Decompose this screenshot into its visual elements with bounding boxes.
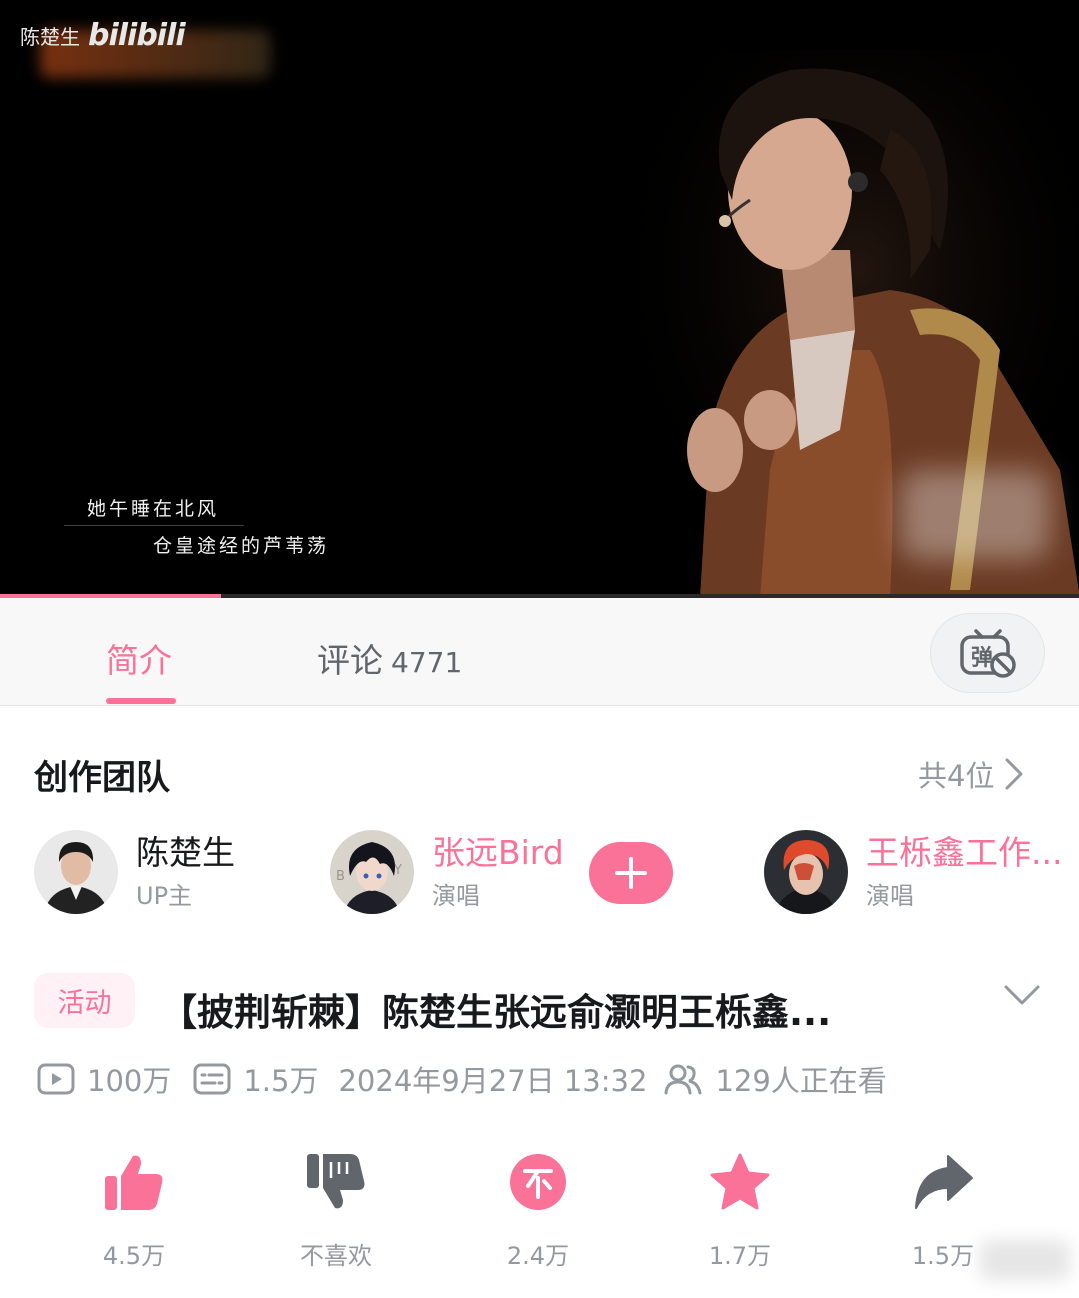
member-role: 演唱 bbox=[866, 882, 914, 910]
creator-team-count-link[interactable]: 共4位 bbox=[918, 753, 1024, 795]
like-count: 4.5万 bbox=[102, 1242, 166, 1270]
tab-comments-label: 评论 bbox=[317, 641, 383, 680]
member-name: 张远Bird bbox=[432, 833, 564, 872]
watching-count: 129人正在看 bbox=[715, 1064, 887, 1098]
tab-comments-count: 4771 bbox=[391, 646, 463, 679]
avatar: B Y bbox=[330, 830, 414, 914]
video-watermark: 陈楚生 bilibili bbox=[20, 18, 186, 53]
creator-team-title: 创作团队 bbox=[34, 758, 170, 798]
member-role: UP主 bbox=[136, 882, 193, 910]
views-stat: 100万 bbox=[37, 1058, 171, 1100]
dislike-label: 不喜欢 bbox=[300, 1242, 372, 1270]
blurred-corner-watermark bbox=[900, 470, 1050, 560]
danmaku-count: 1.5万 bbox=[243, 1064, 319, 1098]
member-role: 演唱 bbox=[432, 882, 480, 910]
watermark-uploader: 陈楚生 bbox=[20, 25, 80, 49]
blurred-platform-watermark bbox=[980, 1240, 1070, 1280]
favorite-count: 1.7万 bbox=[708, 1242, 772, 1270]
publish-time: 2024年9月27日 13:32 bbox=[338, 1064, 648, 1098]
avatar bbox=[764, 830, 848, 914]
danmaku-toggle-button[interactable]: 弹 bbox=[930, 613, 1045, 693]
activity-badge[interactable]: 活动 bbox=[34, 973, 135, 1028]
share-icon bbox=[915, 1155, 973, 1209]
team-member-1[interactable]: 陈楚生 UP主 bbox=[34, 830, 235, 914]
video-stats: 100万 1.5万 2024年9月27日 13:32 129人正在看 bbox=[37, 1058, 887, 1100]
subtitle-line-2: 仓皇途经的芦苇荡 bbox=[153, 535, 330, 557]
follow-button[interactable] bbox=[589, 842, 673, 904]
star-icon bbox=[710, 1153, 770, 1210]
team-member-3[interactable]: 王栎鑫工作... 演唱 bbox=[764, 830, 1062, 914]
watching-stat: 129人正在看 bbox=[663, 1058, 887, 1100]
people-watching-icon bbox=[664, 1064, 702, 1095]
active-tab-indicator bbox=[106, 698, 176, 704]
views-count: 100万 bbox=[87, 1064, 172, 1098]
play-count-icon bbox=[37, 1063, 75, 1095]
chevron-right-icon bbox=[1005, 758, 1023, 790]
bilibili-logo: bilibili bbox=[88, 18, 186, 53]
subtitle-line-1: 她午睡在北风 bbox=[87, 498, 220, 520]
coin-count: 2.4万 bbox=[506, 1242, 570, 1270]
thumbs-up-icon bbox=[105, 1155, 163, 1210]
subtitle-divider bbox=[64, 525, 244, 526]
danmaku-stat: 1.5万 bbox=[193, 1058, 318, 1100]
tab-bar: 简介 评论 4771 弹 bbox=[0, 598, 1079, 706]
svg-text:B: B bbox=[336, 869, 345, 884]
video-title[interactable]: 【披荆斩棘】陈楚生张远俞灏明王栎鑫... bbox=[160, 982, 831, 1036]
chevron-down-icon[interactable] bbox=[1003, 983, 1041, 1007]
tab-comments[interactable]: 评论 4771 bbox=[317, 634, 462, 682]
coin-icon bbox=[510, 1154, 566, 1210]
favorite-button[interactable]: 1.7万 bbox=[680, 1150, 800, 1271]
share-count: 1.5万 bbox=[911, 1242, 975, 1270]
member-name: 王栎鑫工作... bbox=[866, 833, 1063, 872]
dislike-button[interactable]: 不喜欢 bbox=[276, 1150, 396, 1271]
svg-text:弹: 弹 bbox=[971, 646, 993, 671]
team-member-2[interactable]: B Y 张远Bird 演唱 bbox=[330, 830, 564, 914]
like-button[interactable]: 4.5万 bbox=[74, 1150, 194, 1271]
avatar bbox=[34, 830, 118, 914]
coin-button[interactable]: 2.4万 bbox=[478, 1150, 598, 1271]
danmaku-off-icon: 弹 bbox=[959, 629, 1016, 678]
creator-team-count: 共4位 bbox=[918, 759, 995, 793]
member-name: 陈楚生 bbox=[136, 833, 235, 872]
video-player[interactable]: 陈楚生 bilibili 她午睡在北风 仓皇途经的芦苇荡 bbox=[0, 0, 1079, 598]
danmaku-count-icon bbox=[193, 1063, 231, 1095]
thumbs-down-icon bbox=[307, 1154, 365, 1209]
tab-intro[interactable]: 简介 bbox=[106, 634, 172, 682]
plus-icon bbox=[615, 857, 647, 889]
